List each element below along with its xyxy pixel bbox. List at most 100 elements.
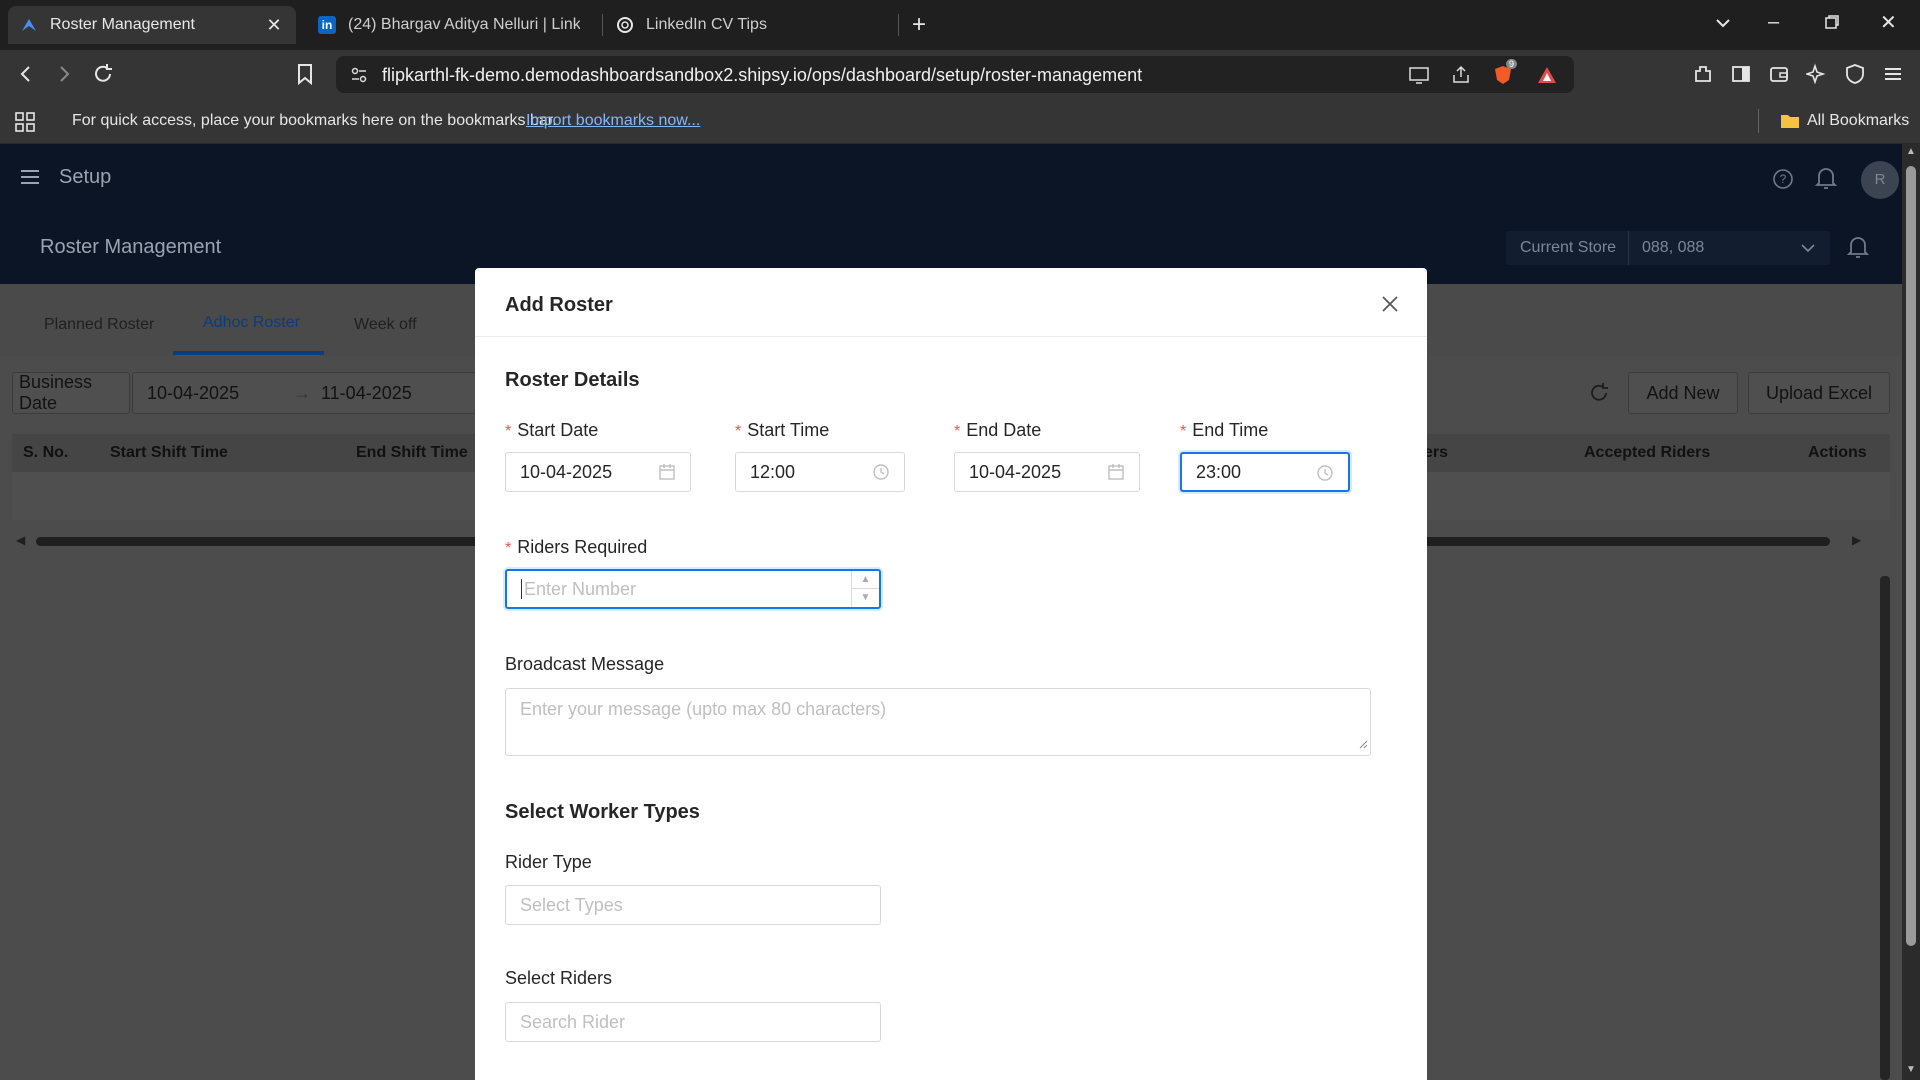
scroll-up-icon[interactable]: ▲ [1906, 146, 1916, 157]
notifications-bell-icon[interactable] [1814, 165, 1838, 196]
bookmark-page-icon[interactable] [296, 63, 314, 89]
cast-icon[interactable] [1408, 65, 1430, 90]
add-new-button[interactable]: Add New [1628, 372, 1738, 414]
clock-icon [1316, 464, 1334, 482]
start-time-value: 12:00 [750, 461, 796, 482]
tab-week-off[interactable]: Week off [354, 316, 417, 334]
forward-button[interactable] [54, 64, 74, 88]
share-icon[interactable] [1450, 65, 1472, 90]
end-date-label: * End Date [954, 420, 1041, 441]
rider-type-label: Rider Type [505, 852, 592, 872]
modal-title: Add Roster [505, 294, 613, 316]
svg-text:?: ? [1780, 172, 1787, 186]
url-text: flipkarthl-fk-demo.demodashboardsandbox2… [382, 65, 1143, 85]
col-riders: ers [1424, 444, 1449, 461]
sidebar-toggle-icon[interactable] [1730, 63, 1752, 89]
scrollbar-thumb[interactable] [1906, 166, 1916, 946]
page-title: Roster Management [40, 236, 222, 258]
current-store-selector[interactable]: Current Store 088, 088 [1506, 231, 1830, 265]
business-date-range[interactable]: 10-04-2025 → 11-04-2025 [132, 372, 476, 414]
date-from: 10-04-2025 [147, 382, 240, 403]
start-time-input[interactable]: 12:00 [735, 452, 905, 492]
scroll-left-icon[interactable]: ◀ [16, 533, 25, 547]
search-rider-input[interactable]: Search Rider [505, 1002, 881, 1042]
end-time-label-text: End Time [1192, 420, 1269, 440]
apps-grid-icon[interactable] [14, 111, 36, 138]
riders-required-input[interactable]: Enter Number ▲ ▼ [505, 569, 881, 609]
upload-excel-button[interactable]: Upload Excel [1748, 372, 1890, 414]
shield-badge: 9 [1506, 59, 1518, 69]
browser-tab-label: (24) Bhargav Aditya Nelluri | LinkedI [348, 16, 580, 33]
required-asterisk: * [735, 423, 742, 440]
col-actions: Actions [1808, 444, 1867, 461]
all-bookmarks-button[interactable]: All Bookmarks [1807, 112, 1909, 130]
inner-vertical-scrollbar[interactable] [1880, 576, 1890, 1080]
decrement-icon[interactable]: ▼ [852, 589, 879, 607]
openai-favicon-icon [616, 16, 634, 34]
upload-excel-label: Upload Excel [1765, 382, 1873, 403]
resize-handle-icon[interactable] [1358, 733, 1368, 754]
select-riders-label: Select Riders [505, 968, 613, 988]
wallet-icon[interactable] [1768, 63, 1790, 89]
leo-ai-icon[interactable] [1804, 63, 1828, 89]
browser-tab-bar: Roster Management ✕ in (24) Bhargav Adit… [0, 0, 1920, 50]
broadcast-message-textarea[interactable]: Enter your message (upto max 80 characte… [505, 688, 1371, 756]
refresh-icon[interactable] [1588, 382, 1610, 409]
import-bookmarks-link[interactable]: Import bookmarks now... [526, 112, 700, 130]
browser-tab-cv-tips[interactable]: LinkedIn CV Tips [604, 6, 894, 44]
close-window-button[interactable]: ✕ [1880, 13, 1897, 33]
address-bar[interactable]: flipkarthl-fk-demo.demodashboardsandbox2… [336, 56, 1574, 93]
business-date-label-box: Business Date [12, 372, 130, 414]
number-stepper[interactable]: ▲ ▼ [851, 571, 879, 607]
menu-icon[interactable] [1882, 63, 1904, 89]
vpn-shield-icon[interactable] [1844, 63, 1866, 89]
end-date-input[interactable]: 10-04-2025 [954, 452, 1140, 492]
close-tab-icon[interactable]: ✕ [264, 15, 284, 36]
restore-window-button[interactable] [1824, 14, 1840, 34]
page-vertical-scrollbar[interactable]: ▲ ▼ [1902, 144, 1920, 1080]
rider-type-select[interactable]: Select Types [505, 885, 881, 925]
broadcast-message-placeholder: Enter your message (upto max 80 characte… [520, 699, 887, 719]
tab-search-chevron-icon[interactable] [1714, 14, 1732, 36]
active-tab-indicator [173, 351, 324, 355]
riders-required-placeholder: Enter Number [524, 578, 637, 599]
chevron-down-icon [1800, 241, 1816, 260]
close-icon[interactable] [1378, 292, 1402, 316]
tab-planned-roster[interactable]: Planned Roster [44, 316, 154, 334]
tab-adhoc-roster[interactable]: Adhoc Roster [203, 314, 300, 332]
start-date-label: * Start Date [505, 420, 598, 441]
app-top-nav: Setup ? R [0, 144, 1902, 212]
end-time-input[interactable]: 23:00 [1180, 452, 1350, 492]
minimize-window-button[interactable]: – [1768, 12, 1779, 32]
current-store-value: 088, 088 [1642, 239, 1705, 256]
linkedin-favicon-icon: in [318, 16, 336, 34]
site-settings-icon[interactable] [350, 66, 368, 89]
back-button[interactable] [16, 64, 36, 88]
help-icon[interactable]: ? [1772, 168, 1794, 195]
store-divider [1628, 231, 1629, 265]
start-date-input[interactable]: 10-04-2025 [505, 452, 691, 492]
end-time-value: 23:00 [1196, 461, 1242, 482]
end-date-value: 10-04-2025 [969, 461, 1062, 482]
brave-rewards-icon[interactable] [1536, 64, 1558, 91]
hamburger-menu-icon[interactable] [20, 168, 40, 191]
store-bell-icon[interactable] [1846, 234, 1870, 265]
extensions-icon[interactable] [1692, 63, 1714, 89]
avatar[interactable]: R [1861, 161, 1899, 199]
app-page: Setup ? R Roster Management Current Stor… [0, 144, 1902, 1080]
start-time-label: * Start Time [735, 420, 829, 441]
browser-tab-roster[interactable]: Roster Management ✕ [8, 6, 296, 44]
col-serial-no: S. No. [23, 444, 69, 461]
current-store-label: Current Store [1520, 239, 1617, 256]
reload-button[interactable] [92, 63, 114, 89]
scroll-down-icon[interactable]: ▼ [1906, 1064, 1916, 1075]
rider-type-placeholder: Select Types [520, 894, 623, 915]
increment-icon[interactable]: ▲ [852, 571, 879, 589]
broadcast-message-label: Broadcast Message [505, 654, 665, 674]
bookmarks-bar: For quick access, place your bookmarks h… [0, 100, 1920, 144]
browser-tab-linkedin[interactable]: in (24) Bhargav Aditya Nelluri | LinkedI [306, 6, 592, 44]
tab-divider [898, 14, 899, 36]
scroll-right-icon[interactable]: ▶ [1852, 533, 1861, 547]
new-tab-button[interactable]: + [912, 13, 926, 37]
modal-header: Add Roster [475, 268, 1427, 337]
